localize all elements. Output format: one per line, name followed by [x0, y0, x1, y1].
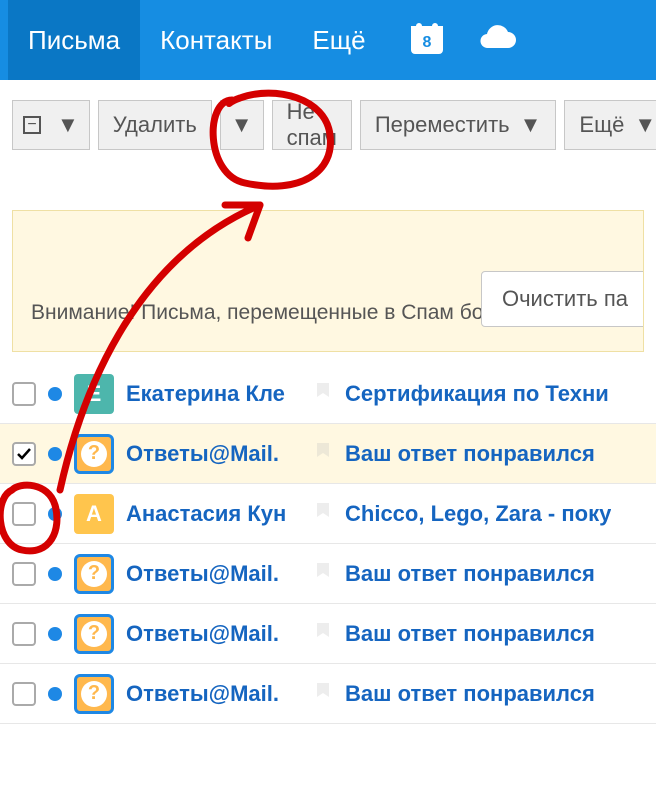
row-checkbox[interactable]	[12, 442, 36, 466]
sender-avatar: ?	[74, 434, 114, 474]
email-list: Е Екатерина Кле Сертификация по Техни? Отве…	[0, 364, 656, 724]
email-row[interactable]: ? Ответы@Mail. Ваш ответ понравился	[0, 424, 656, 484]
clear-folder-button[interactable]: Очистить па	[481, 271, 644, 327]
button-label: Ещё	[579, 112, 624, 138]
delete-more-button[interactable]: ▼	[220, 100, 264, 150]
calendar-icon[interactable]: 8	[408, 19, 446, 62]
row-checkbox[interactable]	[12, 502, 36, 526]
row-checkbox[interactable]	[12, 682, 36, 706]
top-nav: Письма Контакты Ещё 8	[0, 0, 656, 80]
row-checkbox[interactable]	[12, 382, 36, 406]
minus-square-icon: −	[23, 116, 41, 134]
sender-avatar: ?	[74, 554, 114, 594]
email-row[interactable]: ? Ответы@Mail. Ваш ответ понравился	[0, 544, 656, 604]
email-subject: Ваш ответ понравился	[345, 561, 595, 587]
email-row[interactable]: ? Ответы@Mail. Ваш ответ понравился	[0, 664, 656, 724]
email-subject: Ваш ответ понравился	[345, 621, 595, 647]
sender-avatar: Е	[74, 374, 114, 414]
button-label: Удалить	[113, 112, 197, 138]
sender-name: Екатерина Кле	[126, 381, 301, 407]
spam-notice: Очистить па Внимание! Письма, перемещенн…	[12, 210, 644, 352]
flag-icon[interactable]	[313, 503, 333, 525]
nav-item-contacts[interactable]: Контакты	[140, 0, 292, 80]
row-checkbox[interactable]	[12, 562, 36, 586]
flag-icon[interactable]	[313, 563, 333, 585]
nav-item-label: Письма	[28, 25, 120, 56]
nav-item-label: Ещё	[312, 25, 365, 56]
email-subject: Chicco, Lego, Zara - поку	[345, 501, 611, 527]
button-label: Не спам	[287, 99, 337, 151]
unread-dot-icon	[48, 447, 62, 461]
email-row[interactable]: Е Екатерина Кле Сертификация по Техни	[0, 364, 656, 424]
calendar-day: 8	[422, 34, 431, 51]
toolbar: − ▼ Удалить ▼ Не спам Переместить ▼ Ещё ▼	[0, 80, 656, 170]
unread-dot-icon	[48, 387, 62, 401]
sender-name: Ответы@Mail.	[126, 621, 301, 647]
select-all-toggle[interactable]: − ▼	[12, 100, 90, 150]
move-button[interactable]: Переместить ▼	[360, 100, 557, 150]
flag-icon[interactable]	[313, 443, 333, 465]
nav-item-mail[interactable]: Письма	[8, 0, 140, 80]
unread-dot-icon	[48, 687, 62, 701]
flag-icon[interactable]	[313, 383, 333, 405]
button-label: Переместить	[375, 112, 510, 138]
cloud-icon[interactable]	[474, 22, 518, 59]
button-label: Очистить па	[502, 286, 628, 311]
flag-icon[interactable]	[313, 683, 333, 705]
unread-dot-icon	[48, 627, 62, 641]
sender-name: Анастасия Кун	[126, 501, 301, 527]
nav-item-more[interactable]: Ещё	[292, 0, 385, 80]
email-subject: Ваш ответ понравился	[345, 441, 595, 467]
sender-name: Ответы@Mail.	[126, 561, 301, 587]
unread-dot-icon	[48, 507, 62, 521]
sender-avatar: А	[74, 494, 114, 534]
email-row[interactable]: ? Ответы@Mail. Ваш ответ понравился	[0, 604, 656, 664]
sender-name: Ответы@Mail.	[126, 441, 301, 467]
chevron-down-icon: ▼	[634, 112, 656, 138]
unread-dot-icon	[48, 567, 62, 581]
email-row[interactable]: А Анастасия Кун Chicco, Lego, Zara - поку	[0, 484, 656, 544]
row-checkbox[interactable]	[12, 622, 36, 646]
nav-item-label: Контакты	[160, 25, 272, 56]
delete-button[interactable]: Удалить	[98, 100, 212, 150]
sender-name: Ответы@Mail.	[126, 681, 301, 707]
sender-avatar: ?	[74, 614, 114, 654]
email-subject: Сертификация по Техни	[345, 381, 609, 407]
chevron-down-icon: ▼	[231, 112, 253, 138]
more-button[interactable]: Ещё ▼	[564, 100, 656, 150]
email-subject: Ваш ответ понравился	[345, 681, 595, 707]
sender-avatar: ?	[74, 674, 114, 714]
chevron-down-icon: ▼	[57, 112, 79, 138]
not-spam-button[interactable]: Не спам	[272, 100, 352, 150]
chevron-down-icon: ▼	[520, 112, 542, 138]
flag-icon[interactable]	[313, 623, 333, 645]
